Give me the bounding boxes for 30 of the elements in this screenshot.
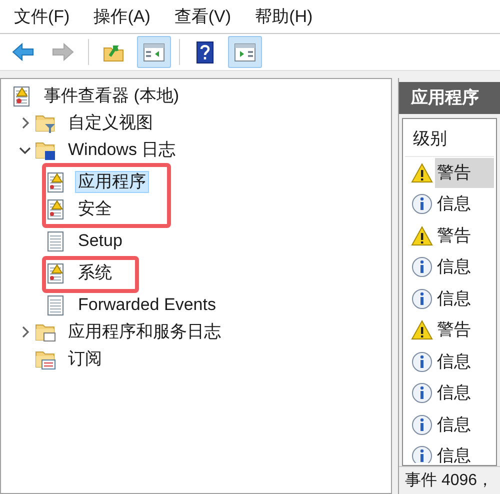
info-icon bbox=[411, 256, 433, 278]
tree-item[interactable]: 安全 bbox=[75, 198, 115, 220]
warning-icon bbox=[411, 224, 433, 247]
info-icon bbox=[411, 193, 433, 216]
tree-item[interactable]: Forwarded Events bbox=[75, 294, 219, 316]
tree-item[interactable]: Setup bbox=[75, 230, 126, 252]
info-icon bbox=[411, 382, 433, 404]
warning-icon bbox=[411, 162, 433, 184]
menu-item[interactable]: 帮助(H) bbox=[255, 4, 313, 30]
tree-item[interactable]: 自定义视图 bbox=[65, 112, 156, 134]
menu-item[interactable]: 文件(F) bbox=[14, 4, 70, 30]
tree-item[interactable]: 应用程序 bbox=[75, 170, 149, 192]
back-arrow-icon bbox=[11, 40, 35, 64]
menu-item[interactable]: 操作(A) bbox=[94, 4, 150, 30]
tree-item[interactable]: 事件查看器 (本地) bbox=[41, 84, 182, 106]
level-cell[interactable]: 警告 bbox=[435, 158, 494, 188]
tree-item[interactable]: Windows 日志 bbox=[65, 138, 179, 160]
info-icon bbox=[411, 288, 433, 310]
pane-icon bbox=[142, 40, 166, 64]
tree-item[interactable]: 订阅 bbox=[65, 348, 105, 370]
pane-icon bbox=[233, 40, 257, 64]
menu-item[interactable]: 查看(V) bbox=[174, 4, 232, 30]
forward-arrow-icon bbox=[51, 40, 75, 64]
tree-item[interactable]: 系统 bbox=[75, 262, 115, 284]
warning-icon bbox=[411, 319, 433, 342]
info-icon bbox=[411, 445, 433, 463]
info-icon bbox=[411, 350, 433, 373]
tree-item[interactable]: 应用程序和服务日志 bbox=[65, 320, 224, 342]
info-icon bbox=[411, 414, 433, 436]
panel-header: 应用程序 bbox=[399, 82, 500, 114]
